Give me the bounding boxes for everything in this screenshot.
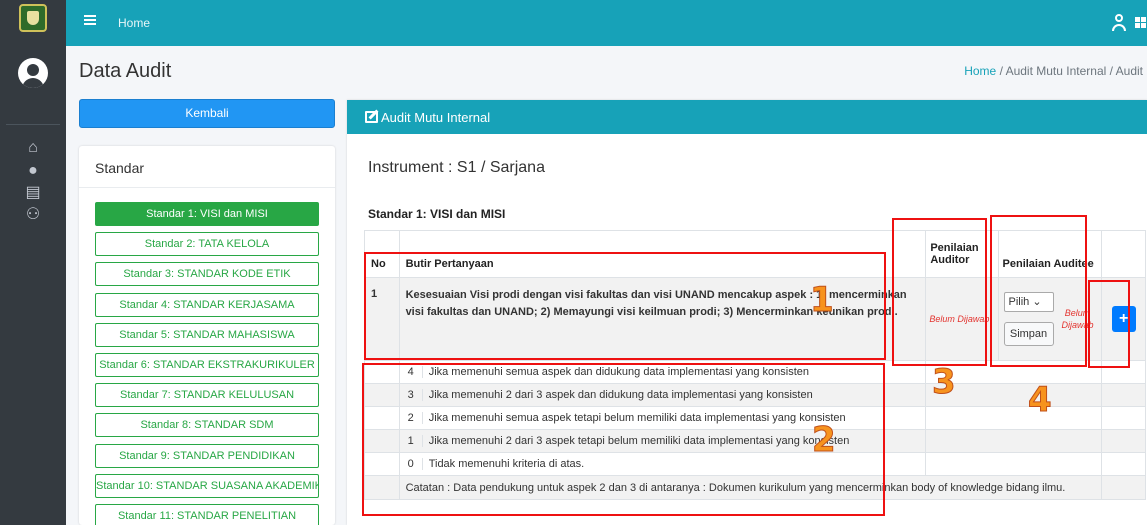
standard-item[interactable]: Standar 9: STANDAR PENDIDIKAN	[95, 443, 319, 468]
standard-item[interactable]: Standar 10: STANDAR SUASANA AKADEMIK	[95, 473, 319, 498]
user-menu-icon[interactable]	[1112, 14, 1126, 32]
annotation-box-auditee	[990, 215, 1087, 367]
annotation-number: 1	[810, 280, 835, 321]
menu-toggle-icon[interactable]	[84, 15, 96, 25]
standard-list: Standar 1: VISI dan MISI Standar 2: TATA…	[95, 202, 319, 525]
top-navbar: Home	[66, 0, 1147, 46]
annotation-box-auditor	[892, 218, 987, 366]
university-logo-icon[interactable]	[19, 4, 47, 32]
back-button[interactable]: Kembali	[79, 99, 335, 128]
rail-divider	[6, 124, 60, 125]
criteria-empty	[925, 406, 1103, 430]
page-title: Data Audit	[79, 60, 172, 82]
note-empty	[1101, 475, 1146, 500]
annotation-number: 3	[932, 362, 957, 403]
breadcrumb: Home / Audit Mutu Internal / Audit	[964, 64, 1143, 78]
standard-item[interactable]: Standar 1: VISI dan MISI	[95, 202, 319, 226]
standard-item[interactable]: Standar 6: STANDAR EKSTRAKURIKULER	[95, 352, 319, 377]
criteria-empty	[925, 429, 1103, 453]
icon-rail: ⌂ ● ▤ ⚇	[0, 0, 66, 525]
annotation-box-add	[1088, 280, 1130, 368]
standard-item[interactable]: Standar 7: STANDAR KELULUSAN	[95, 383, 319, 408]
annotation-box-criteria	[362, 363, 885, 516]
instrument-title: Instrument : S1 / Sarjana	[368, 159, 545, 176]
criteria-empty	[1101, 406, 1146, 430]
home-icon[interactable]: ⌂	[23, 138, 43, 158]
annotation-box-question	[364, 252, 886, 360]
audit-card-title: Audit Mutu Internal	[381, 110, 491, 125]
standard-card-title: Standar	[79, 146, 335, 188]
standard-item[interactable]: Standar 5: STANDAR MAHASISWA	[95, 322, 319, 347]
nav-home-link[interactable]: Home	[118, 16, 150, 30]
apps-grid-icon[interactable]	[1135, 17, 1146, 28]
user-edit-icon[interactable]: ⚇	[23, 205, 43, 225]
annotation-number: 2	[812, 420, 837, 461]
standard-title: Standar 1: VISI dan MISI	[368, 207, 506, 221]
criteria-empty	[1101, 452, 1146, 476]
criteria-empty	[925, 452, 1103, 476]
criteria-empty	[1101, 383, 1146, 407]
standard-item[interactable]: Standar 3: STANDAR KODE ETIK	[95, 262, 319, 287]
user-avatar-icon[interactable]	[18, 58, 48, 88]
edit-icon	[365, 111, 378, 123]
annotation-number: 4	[1028, 380, 1053, 421]
criteria-empty	[1101, 429, 1146, 453]
standard-item[interactable]: Standar 2: TATA KELOLA	[95, 232, 319, 257]
breadcrumb-home-link[interactable]: Home	[964, 64, 996, 78]
audit-card-header: Audit Mutu Internal	[347, 100, 1147, 134]
standard-item[interactable]: Standar 4: STANDAR KERJASAMA	[95, 292, 319, 317]
database-icon[interactable]: ▤	[23, 183, 43, 203]
user-icon[interactable]: ●	[23, 161, 43, 181]
standard-list-card: Standar Standar 1: VISI dan MISI Standar…	[79, 146, 335, 525]
breadcrumb-trail: / Audit Mutu Internal / Audit	[996, 64, 1143, 78]
standard-item[interactable]: Standar 11: STANDAR PENELITIAN	[95, 503, 319, 525]
standard-item[interactable]: Standar 8: STANDAR SDM	[95, 413, 319, 438]
header-action	[1101, 230, 1146, 278]
